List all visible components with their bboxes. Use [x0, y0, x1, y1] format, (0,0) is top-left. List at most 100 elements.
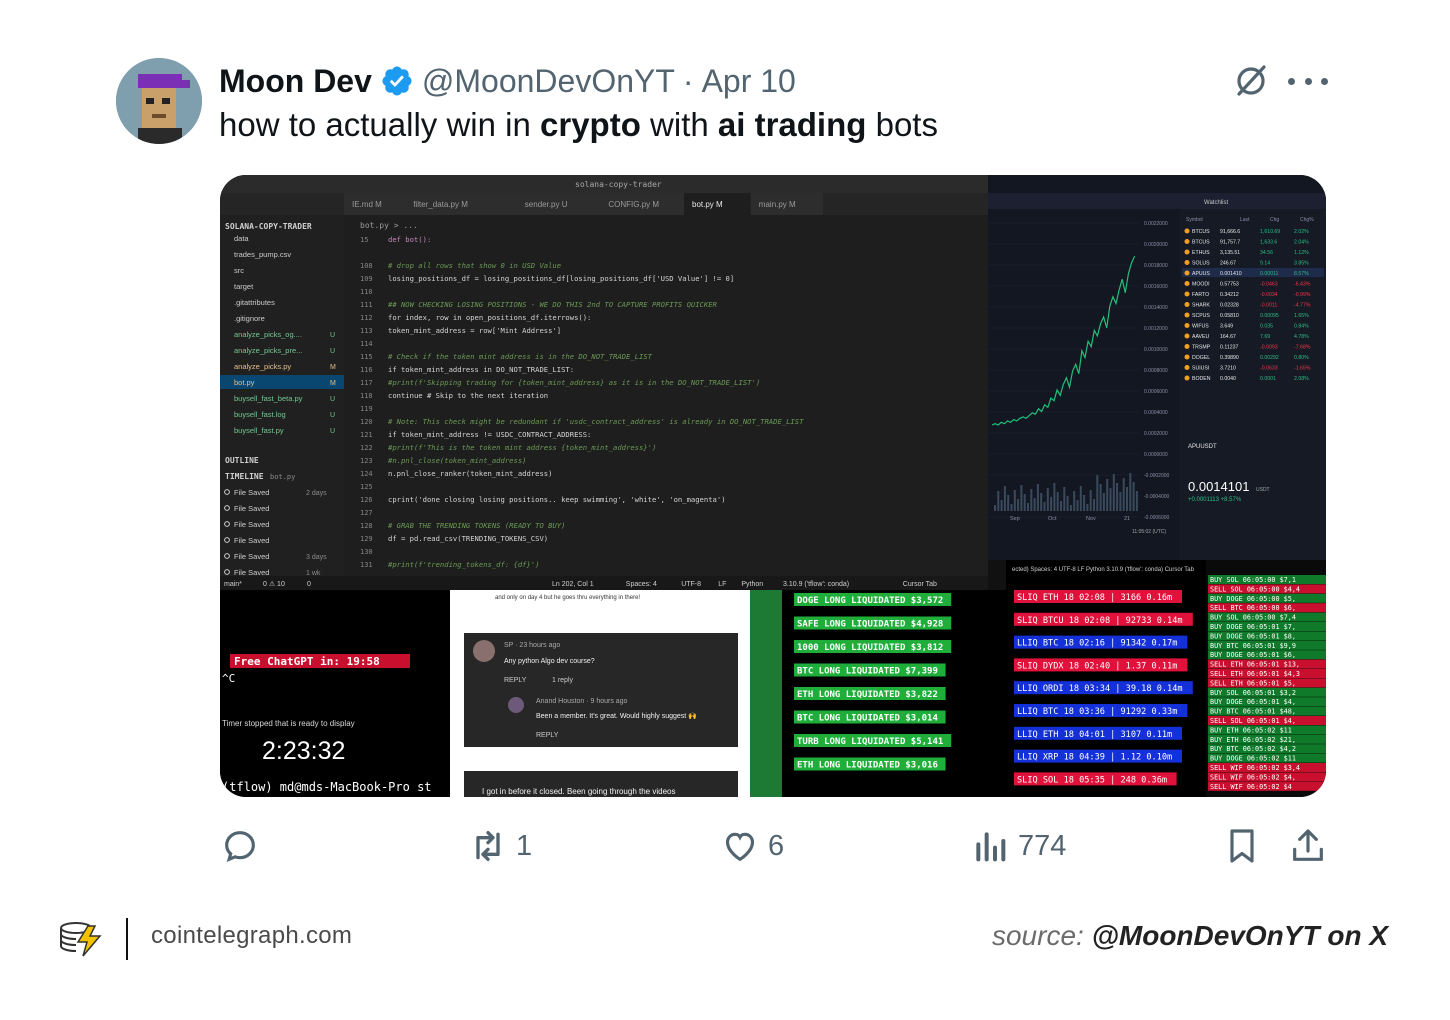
file-item[interactable]: .gitignore — [234, 314, 265, 323]
watchlist-symbol[interactable]: WIFUS — [1192, 324, 1209, 330]
like-button[interactable]: 6 — [720, 824, 784, 868]
grok-icon[interactable] — [1232, 62, 1270, 100]
file-item[interactable]: .gitattributes — [234, 298, 275, 307]
volume-bar — [1083, 495, 1086, 511]
file-item[interactable]: data — [234, 234, 249, 243]
liquidation-row: SAFE LONG LIQUIDATED $4,928 — [797, 620, 943, 630]
file-item[interactable]: src — [234, 266, 244, 275]
liquidation-row: ETH LONG LIQUIDATED $3,822 — [797, 690, 938, 700]
status-item[interactable]: Ln 202, Col 1 — [552, 581, 594, 588]
tweet-text: how to actually win in crypto with ai tr… — [219, 106, 938, 144]
status-item[interactable]: 3.10.9 ('tflow': conda) — [783, 581, 849, 588]
file-item[interactable]: buysell_fast.py — [234, 426, 284, 435]
code-line: token_mint_address = row['Mint Address'] — [388, 326, 561, 335]
watchlist-symbol[interactable]: FARTO — [1192, 292, 1209, 298]
watchlist-symbol[interactable]: SUIUSI — [1192, 366, 1209, 372]
trades-header: ected) Spaces: 4 UTF-8 LF Python 3.10.9 … — [1012, 567, 1195, 573]
watchlist-symbol[interactable]: AAVEU — [1192, 334, 1209, 340]
reply-button[interactable]: REPLY — [504, 677, 527, 684]
editor-tab-label[interactable]: CONFIG.py M — [608, 200, 659, 209]
file-item[interactable]: target — [234, 282, 254, 291]
timeline-file: bot.py — [270, 473, 295, 481]
display-name[interactable]: Moon Dev — [219, 63, 372, 100]
line-number: 125 — [360, 483, 373, 491]
comment2-text: Been a member. It's great. Would highly … — [536, 711, 697, 720]
heart-icon — [725, 832, 755, 862]
editor-tab-label[interactable]: main.py M — [759, 200, 796, 209]
editor-tab-label[interactable]: sender.py U — [525, 200, 568, 209]
coin-icon — [1184, 249, 1190, 255]
avatar[interactable] — [116, 58, 202, 144]
watchlist-symbol[interactable]: SCPUS — [1192, 313, 1210, 319]
replies-toggle[interactable]: 1 reply — [552, 677, 574, 684]
coin-icon — [1184, 291, 1190, 297]
status-item[interactable]: Python — [741, 581, 763, 588]
file-item[interactable]: buysell_fast_beta.py — [234, 394, 303, 403]
status-item[interactable]: Cursor Tab — [903, 581, 937, 588]
watchlist-symbol[interactable]: DOGEL — [1192, 355, 1210, 361]
terminal-ctrl-c: ^C — [222, 672, 235, 685]
file-git-badge: M — [330, 380, 336, 387]
watchlist-change-pct: -4.77% — [1294, 303, 1311, 309]
tweet-date[interactable]: Apr 10 — [702, 63, 796, 100]
selected-symbol: APUUSDT — [1188, 444, 1217, 450]
retweet-button[interactable]: 1 — [468, 824, 532, 868]
watchlist-last: 0.57753 — [1220, 282, 1239, 288]
liquidation-row: BTC LONG LIQUIDATED $3,014 — [797, 714, 938, 724]
volume-bar — [1112, 474, 1115, 511]
watchlist-symbol[interactable]: ETHUS — [1192, 250, 1210, 256]
cointelegraph-logo-icon — [58, 918, 104, 960]
views-button[interactable]: 774 — [970, 824, 1066, 868]
volume-bar — [1122, 478, 1125, 511]
watchlist-column-header: Chg — [1270, 217, 1279, 223]
watchlist-symbol[interactable]: MOODI — [1192, 282, 1210, 288]
comment2-author: Anand Houston · 9 hours ago — [536, 698, 628, 705]
tweet-text-bold: crypto — [540, 106, 641, 143]
chart-axis-label: -0.0006000 — [1144, 515, 1170, 521]
watchlist-change-pct: -1.65% — [1294, 366, 1311, 372]
reply-button[interactable] — [220, 824, 268, 868]
status-item[interactable]: LF — [718, 581, 726, 588]
trade-row: LLIQ BTC 18 03:36 | 91292 0.33m — [1017, 707, 1177, 717]
watchlist-symbol[interactable]: APUUS — [1192, 271, 1210, 277]
file-item[interactable]: buysell_fast.log — [234, 410, 286, 419]
file-item[interactable]: analyze_picks_pre... — [234, 346, 302, 355]
watchlist-symbol[interactable]: TRSMP — [1192, 345, 1211, 351]
editor-tab-label[interactable]: bot.py M — [692, 200, 723, 209]
reply-button[interactable]: REPLY — [536, 732, 559, 739]
editor-tab-label[interactable]: filter_data.py M — [413, 200, 468, 209]
more-options-icon[interactable] — [1288, 70, 1328, 92]
share-button[interactable] — [1288, 824, 1328, 868]
chart-axis-label: 0.0012000 — [1144, 326, 1168, 332]
liquidation-row: BTC LONG LIQUIDATED $7,399 — [797, 667, 938, 677]
handle[interactable]: @MoonDevOnYT — [422, 63, 675, 100]
code-editor: solana-copy-trader IE.md M filter_data.py… — [220, 175, 988, 590]
terminal-pane: Free ChatGPT in: 19:58 ^C Timer stopped … — [220, 590, 450, 797]
editor-tab-label[interactable]: IE.md M — [352, 200, 382, 209]
status-item[interactable]: Spaces: 4 — [626, 581, 657, 588]
explorer-title: SOLANA-COPY-TRADER — [225, 222, 312, 231]
file-item[interactable]: analyze_picks_og.... — [234, 330, 302, 339]
tape-row: SELL WIF 06:05:02 $4, — [1210, 773, 1296, 781]
file-item[interactable]: trades_pump.csv — [234, 250, 291, 259]
tweet-media[interactable]: solana-copy-trader IE.md M filter_data.py… — [220, 175, 1326, 797]
bookmark-button[interactable] — [1222, 824, 1262, 868]
code-line: for index, row in open_positions_df.iter… — [388, 313, 591, 322]
watchlist-symbol[interactable]: SOLUS — [1192, 261, 1210, 267]
file-item[interactable]: bot.py — [234, 378, 255, 387]
volume-bar — [1093, 499, 1095, 511]
trade-row: LLIQ ETH 18 04:01 | 3107 0.11m — [1017, 730, 1172, 740]
coin-icon — [1184, 333, 1190, 339]
watchlist-symbol[interactable]: BTCUS — [1192, 229, 1210, 235]
watchlist-symbol[interactable]: BODEN — [1192, 376, 1211, 382]
coin-icon — [1184, 228, 1190, 234]
status-item[interactable]: UTF-8 — [681, 581, 701, 588]
watchlist-change-pct: 2.08% — [1294, 376, 1309, 382]
volume-bar — [1023, 494, 1026, 511]
watchlist-symbol[interactable]: BTCUS — [1192, 240, 1210, 246]
chart-axis-label: 0.0000000 — [1144, 452, 1168, 458]
watchlist-symbol[interactable]: SHARK — [1192, 303, 1210, 309]
line-number: 116 — [360, 366, 373, 374]
verified-badge-icon — [380, 64, 414, 98]
file-item[interactable]: analyze_picks.py — [234, 362, 291, 371]
